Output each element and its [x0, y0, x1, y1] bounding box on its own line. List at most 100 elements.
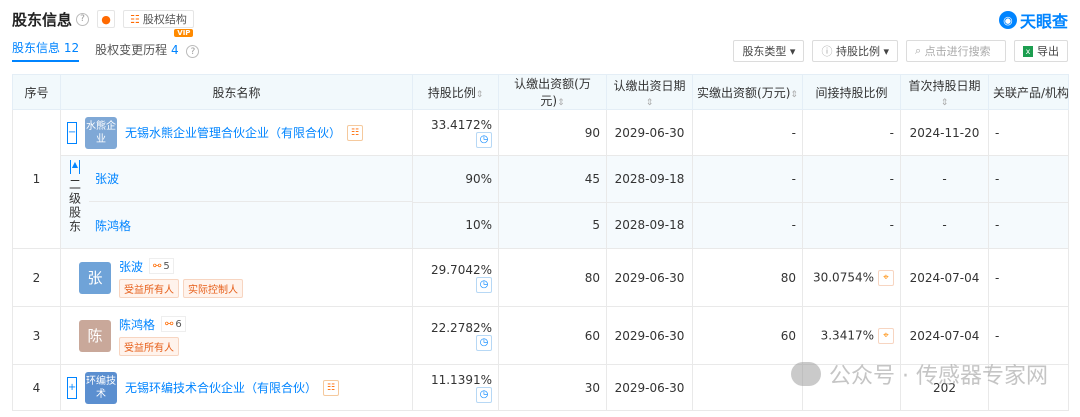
- company-logo: 环编技术: [85, 371, 117, 404]
- col-header-products: 关联产品/机构: [988, 74, 1069, 110]
- brand-logo: ◉ 天眼查: [998, 8, 1068, 32]
- col-header-indirect: 间接持股比例: [802, 74, 901, 110]
- holding-ratio: 90%: [412, 155, 499, 203]
- pie-chart-icon[interactable]: ◷: [476, 386, 492, 403]
- sub-amount: 80: [498, 248, 607, 307]
- first-date: 2024-07-04: [900, 306, 989, 365]
- shareholder-name-link[interactable]: 张波: [119, 258, 143, 275]
- paid-amount: -: [692, 155, 803, 203]
- collapse-icon[interactable]: ▲: [70, 160, 80, 174]
- row-number: 4: [12, 364, 61, 411]
- tab-equity-history[interactable]: VIP 股权变更历程 4 ?: [95, 28, 200, 63]
- tab-shareholders-label: 股东信息: [12, 41, 61, 55]
- col-header-sub-date[interactable]: 认缴出资日期⇕: [606, 74, 693, 110]
- col-header-sub-amount[interactable]: 认缴出资额(万元)⇕: [498, 74, 607, 110]
- shareholder-cell: 张 张波 ⚯ 5 受益所有人 实际控制人: [60, 248, 413, 307]
- search-icon: ⌕: [915, 44, 925, 57]
- excel-icon: x: [1023, 45, 1033, 57]
- expand-icon[interactable]: +: [67, 376, 77, 399]
- related-products: -: [988, 201, 1069, 249]
- wechat-icon: [791, 362, 822, 386]
- first-date: 2024-07-04: [900, 248, 989, 307]
- tab-equity-history-count: 4: [170, 42, 179, 57]
- row-number: 1: [12, 109, 61, 249]
- help-icon[interactable]: ?: [76, 12, 90, 26]
- table-row: 2 张 张波 ⚯ 5 受益所有人 实际控制人 29.7042%◷ 80 2029…: [12, 248, 1069, 307]
- col-header-ratio[interactable]: 持股比例⇕: [412, 74, 499, 110]
- help-icon: ⓘ: [821, 45, 836, 58]
- target-icon[interactable]: ⌖: [878, 269, 894, 286]
- brand-name: 天眼查: [1019, 12, 1068, 31]
- sub-shareholder-name-link[interactable]: 陈鸿格: [95, 217, 131, 234]
- holding-ratio: 22.2782%◷: [412, 306, 499, 365]
- bell-icon[interactable]: ●: [97, 10, 116, 28]
- shareholder-name-link[interactable]: 无锡环编技术合伙企业（有限合伙）: [125, 379, 317, 396]
- help-icon[interactable]: ?: [186, 45, 200, 58]
- sub-date: 2029-06-30: [606, 306, 693, 365]
- table-row: ▲ 二级股东 张波 陈鸿格 90% 45 2028-09-18 - - - -: [13, 155, 1069, 249]
- watermark: 公众号 · 传感器专家网: [791, 358, 1048, 390]
- holding-ratio: 11.1391%◷: [412, 364, 499, 411]
- table-row: 1 − 水熊企业 无锡水熊企业管理合伙企业（有限合伙） ☷ 33.4172%◷ …: [12, 109, 1069, 249]
- status-badge[interactable]: 受益所有人: [119, 278, 179, 298]
- tab-equity-history-label: 股权变更历程: [95, 42, 168, 57]
- sub-shareholder-name-link[interactable]: 张波: [95, 170, 119, 187]
- watermark-text: 公众号 · 传感器专家网: [829, 364, 1048, 389]
- pie-chart-icon[interactable]: ◷: [476, 276, 492, 293]
- indirect-ratio: -: [802, 201, 901, 249]
- collapse-icon[interactable]: −: [67, 121, 77, 144]
- network-icon: ⚯: [165, 318, 174, 330]
- indirect-ratio: -: [802, 109, 901, 156]
- pie-chart-icon[interactable]: ◷: [476, 131, 492, 148]
- equity-structure-button[interactable]: ☷ 股权结构: [123, 10, 194, 28]
- tab-bar: 股东信息 12 VIP 股权变更历程 4 ?: [12, 28, 215, 63]
- structure-icon[interactable]: ☷: [347, 124, 364, 141]
- shareholder-name-link[interactable]: 无锡水熊企业管理合伙企业（有限合伙）: [125, 124, 341, 141]
- status-badge[interactable]: 受益所有人: [119, 336, 179, 356]
- sub-amount: 45: [498, 155, 607, 203]
- related-products: -: [988, 306, 1069, 365]
- tab-shareholders-count: 12: [63, 41, 80, 55]
- table-row: 3 陈 陈鸿格 ⚯ 6 受益所有人 22.2782%◷ 60 2029-06-3…: [12, 306, 1069, 365]
- relations-badge[interactable]: ⚯ 6: [161, 316, 186, 332]
- network-icon: ⚯: [153, 260, 162, 272]
- sub-date: 2028-09-18: [606, 201, 693, 249]
- relations-badge[interactable]: ⚯ 5: [149, 258, 174, 274]
- export-label: 导出: [1037, 45, 1059, 58]
- section-header: 股东信息 ? ● ☷ 股权结构: [12, 8, 194, 30]
- first-date: 2024-11-20: [900, 109, 989, 156]
- sub-amount: 30: [498, 364, 607, 411]
- sub-amount: 60: [498, 306, 607, 365]
- shareholder-type-dropdown[interactable]: 股东类型 ▾: [733, 40, 805, 62]
- col-header-paid[interactable]: 实缴出资额(万元)⇕: [692, 74, 803, 110]
- search-input[interactable]: ⌕ 点击进行搜索: [906, 40, 1006, 62]
- shareholder-name-link[interactable]: 陈鸿格: [119, 316, 155, 333]
- holding-ratio-label: 持股比例: [835, 45, 880, 58]
- avatar: 张: [79, 261, 111, 294]
- holding-ratio-dropdown[interactable]: ⓘ 持股比例 ▾: [812, 40, 898, 62]
- status-badge[interactable]: 实际控制人: [183, 278, 243, 298]
- paid-amount: -: [692, 201, 803, 249]
- col-header-no: 序号: [12, 74, 61, 110]
- sub-date: 2028-09-18: [606, 155, 693, 203]
- target-icon[interactable]: ⌖: [878, 327, 894, 344]
- company-logo: 水熊企业: [85, 116, 117, 149]
- pie-chart-icon[interactable]: ◷: [476, 334, 492, 351]
- shareholder-cell: 陈 陈鸿格 ⚯ 6 受益所有人: [60, 306, 413, 365]
- sub-date: 2029-06-30: [606, 364, 693, 411]
- col-header-first-date[interactable]: 首次持股日期⇕: [900, 74, 989, 110]
- first-date: -: [900, 155, 989, 203]
- indirect-ratio: 3.3417% ⌖: [802, 306, 901, 365]
- sub-date: 2029-06-30: [606, 248, 693, 307]
- avatar: 陈: [79, 319, 111, 352]
- related-products: -: [988, 109, 1069, 156]
- paid-amount: 60: [692, 306, 803, 365]
- paid-amount: -: [692, 109, 803, 156]
- tab-shareholders[interactable]: 股东信息 12: [12, 39, 80, 62]
- shareholder-cell: + 环编技术 无锡环编技术合伙企业（有限合伙） ☷: [60, 364, 413, 411]
- indirect-ratio: -: [802, 155, 901, 203]
- row-number: 2: [12, 248, 61, 307]
- shareholder-type-label: 股东类型: [742, 45, 787, 58]
- structure-icon[interactable]: ☷: [323, 379, 340, 396]
- export-button[interactable]: x 导出: [1014, 40, 1068, 62]
